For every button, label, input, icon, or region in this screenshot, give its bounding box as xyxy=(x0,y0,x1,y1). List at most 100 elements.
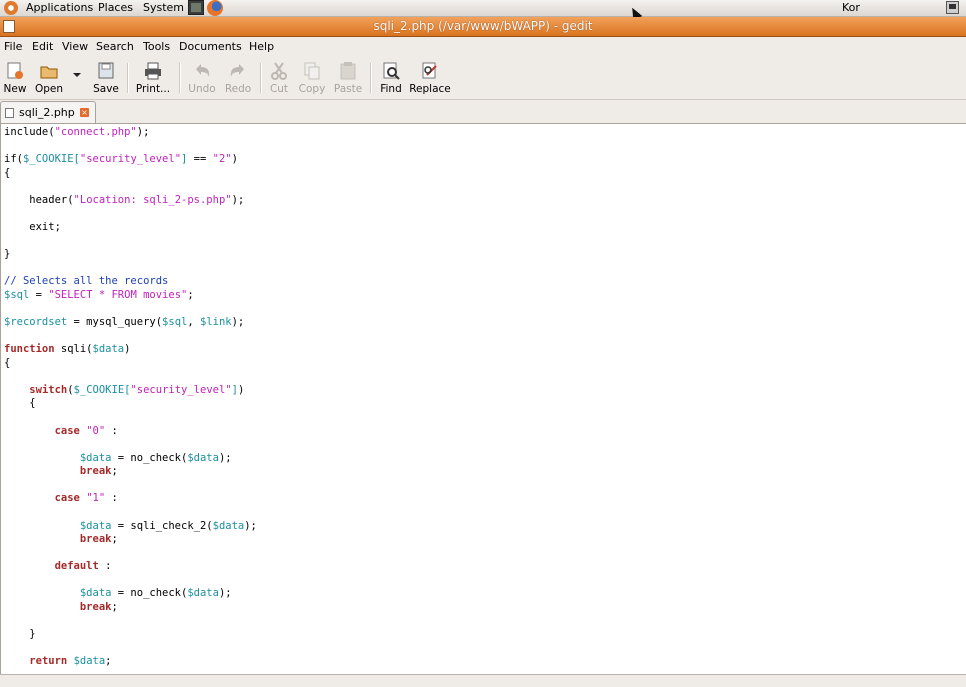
network-icon[interactable] xyxy=(946,1,959,14)
code-token: = no_check( xyxy=(111,587,188,600)
code-token: return xyxy=(29,655,68,668)
code-line: { xyxy=(4,396,36,410)
open-button[interactable]: Open xyxy=(34,59,64,99)
code-token: if( xyxy=(4,153,23,166)
code-token: ); xyxy=(136,126,150,138)
code-token: $data xyxy=(79,587,112,600)
code-token: $data xyxy=(79,519,112,532)
code-token: $data xyxy=(187,587,219,600)
code-token: ); xyxy=(218,451,232,464)
terminal-launcher-icon[interactable] xyxy=(188,0,204,15)
code-token: $data xyxy=(73,655,106,668)
code-token: = sqli_check_2( xyxy=(111,519,213,532)
code-token: = xyxy=(29,288,49,301)
top-panel: Applications Places System Kor xyxy=(0,0,966,17)
code-token: { xyxy=(4,397,36,410)
menu-search[interactable]: Search xyxy=(96,40,134,53)
ubuntu-logo-icon[interactable] xyxy=(4,1,18,15)
code-line: default : xyxy=(4,559,112,573)
code-token: break xyxy=(79,465,112,478)
applications-menu[interactable]: Applications xyxy=(26,0,93,16)
menu-file[interactable]: File xyxy=(4,40,22,53)
code-token: ; xyxy=(111,465,118,478)
open-recent-dropdown[interactable] xyxy=(70,59,84,99)
window-titlebar[interactable]: sqli_2.php (/var/www/bWAPP) - gedit xyxy=(0,17,966,37)
status-bar xyxy=(0,674,966,687)
code-token: break xyxy=(79,533,112,546)
code-line: return $data; xyxy=(4,654,111,668)
scissors-icon xyxy=(269,61,289,81)
code-line: } xyxy=(4,247,10,261)
firefox-launcher-icon[interactable] xyxy=(207,0,223,16)
code-token: : xyxy=(98,560,112,573)
close-tab-icon[interactable]: × xyxy=(80,108,89,117)
print-button[interactable]: Print... xyxy=(135,59,171,99)
find-icon xyxy=(381,61,401,81)
paste-button[interactable]: Paste xyxy=(332,59,364,99)
toolbar-separator xyxy=(370,63,372,93)
keyboard-layout-indicator[interactable]: Kor xyxy=(842,0,860,16)
redo-button[interactable]: Redo xyxy=(223,59,253,99)
menu-tools[interactable]: Tools xyxy=(143,40,170,53)
save-button[interactable]: Save xyxy=(92,59,120,99)
new-button[interactable]: New xyxy=(2,59,28,99)
code-token: case xyxy=(54,424,80,437)
replace-icon xyxy=(420,61,440,81)
system-menu[interactable]: System xyxy=(143,0,184,16)
code-line: break; xyxy=(4,532,118,546)
code-token: ); xyxy=(231,315,245,328)
code-token: $data xyxy=(212,519,245,532)
find-button[interactable]: Find xyxy=(378,59,404,99)
code-token: == xyxy=(187,153,213,166)
code-token: header( xyxy=(4,193,74,206)
code-line: exit; xyxy=(4,220,61,234)
code-line: case "0" : xyxy=(4,424,118,438)
code-line: $data = sqli_check_2($data); xyxy=(4,519,257,533)
code-token: "1" xyxy=(86,492,106,505)
menu-help[interactable]: Help xyxy=(249,40,274,53)
code-token: $_COOKIE[ xyxy=(73,383,131,396)
undo-button[interactable]: Undo xyxy=(187,59,217,99)
code-line: if($_COOKIE["security_level"] == "2") xyxy=(4,152,238,166)
file-icon xyxy=(5,108,14,118)
places-menu[interactable]: Places xyxy=(98,0,133,16)
save-icon xyxy=(96,61,116,81)
code-token: default xyxy=(54,560,99,573)
undo-icon xyxy=(192,61,212,81)
toolbar-separator xyxy=(260,63,262,93)
chevron-down-icon xyxy=(72,61,82,81)
code-token: } xyxy=(4,248,11,261)
document-tabs: sqli_2.php × xyxy=(0,100,966,124)
code-token: $data xyxy=(79,451,112,464)
menu-documents[interactable]: Documents xyxy=(179,40,242,53)
code-token: $recordset xyxy=(4,315,68,328)
code-editor[interactable]: include("connect.php"); if($_COOKIE["secu… xyxy=(0,124,966,674)
code-line: $data = no_check($data); xyxy=(4,451,232,465)
code-line: { xyxy=(4,356,10,370)
redo-icon xyxy=(228,61,248,81)
code-token: : xyxy=(105,492,118,505)
code-line: function sqli($data) xyxy=(4,342,130,356)
paste-icon xyxy=(338,61,358,81)
code-line: $data = no_check($data); xyxy=(4,586,232,600)
replace-button[interactable]: Replace xyxy=(408,59,452,99)
menu-view[interactable]: View xyxy=(62,40,88,53)
code-token: } xyxy=(4,628,36,641)
code-token: ); xyxy=(244,519,257,532)
new-document-icon xyxy=(5,61,25,81)
menu-edit[interactable]: Edit xyxy=(32,40,53,53)
code-line: break; xyxy=(4,600,118,614)
tab-sqli-2-php[interactable]: sqli_2.php × xyxy=(0,101,96,123)
code-line: { xyxy=(4,166,10,180)
code-token: switch xyxy=(29,383,68,396)
copy-icon xyxy=(302,61,322,81)
copy-button[interactable]: Copy xyxy=(297,59,327,99)
cut-button[interactable]: Cut xyxy=(266,59,292,99)
code-token: function xyxy=(4,343,55,356)
